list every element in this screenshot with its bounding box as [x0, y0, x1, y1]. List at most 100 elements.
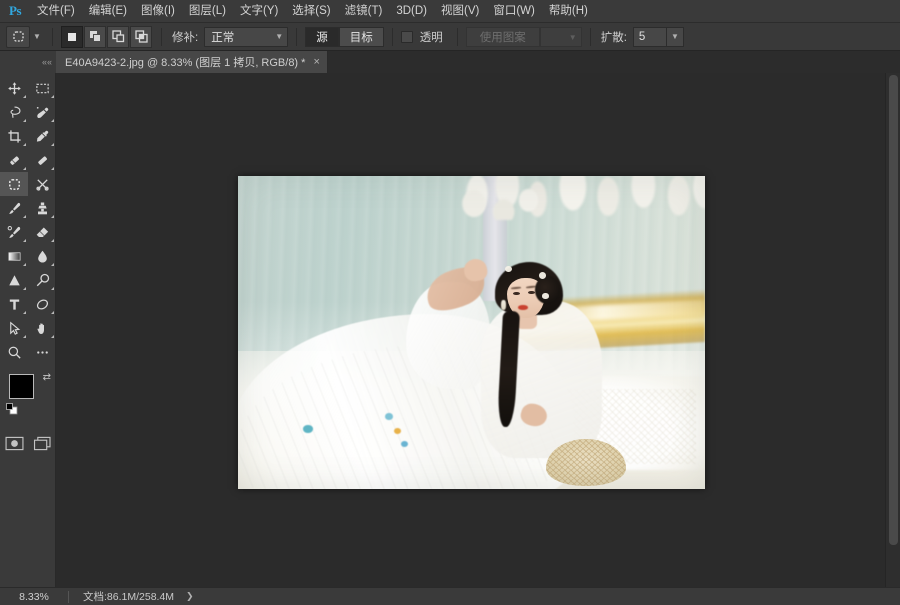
spot-healing-brush-tool[interactable] — [0, 148, 28, 172]
subtract-from-selection-button[interactable] — [107, 26, 129, 48]
tool-submenu-triangle-icon — [23, 119, 26, 122]
swap-colors-icon[interactable]: ⇄ — [43, 372, 51, 383]
menu-file[interactable]: 文件(F) — [30, 0, 82, 23]
tool-row — [0, 268, 56, 292]
tool-submenu-triangle-icon — [51, 263, 54, 266]
clone-stamp-tool[interactable] — [28, 196, 56, 220]
options-divider — [52, 28, 53, 46]
tool-submenu-triangle-icon — [51, 335, 54, 338]
tool-submenu-triangle-icon — [23, 263, 26, 266]
history-brush-tool[interactable] — [0, 220, 28, 244]
zoom-level[interactable]: 8.33% — [0, 591, 68, 603]
tool-row — [0, 292, 56, 316]
selection-mode-group — [61, 26, 153, 48]
menu-select[interactable]: 选择(S) — [285, 0, 337, 23]
patch-tool[interactable] — [0, 172, 28, 196]
foreground-color-swatch[interactable] — [9, 374, 34, 399]
photo-hair-ornament — [505, 266, 512, 272]
tool-row — [0, 196, 56, 220]
photo-lips — [518, 305, 528, 310]
diffusion-label: 扩散: — [601, 29, 627, 45]
diffusion-chevron-down-icon[interactable]: ▼ — [667, 27, 684, 47]
tool-submenu-triangle-icon — [51, 239, 54, 242]
tool-submenu-triangle-icon — [51, 311, 54, 314]
chevron-down-icon: ▼ — [275, 32, 283, 41]
healing-brush-tool[interactable] — [28, 148, 56, 172]
document-tab-title: E40A9423-2.jpg @ 8.33% (图层 1 拷贝, RGB/8) … — [65, 54, 305, 70]
quick-mask-toggle[interactable] — [0, 430, 28, 456]
transparent-checkbox[interactable] — [401, 31, 413, 43]
edit-toolbar-button[interactable] — [28, 340, 56, 364]
marquee-tool[interactable] — [28, 76, 56, 100]
patch-tool-icon[interactable] — [6, 26, 30, 48]
tool-row — [0, 244, 56, 268]
crop-tool[interactable] — [0, 124, 28, 148]
menu-edit[interactable]: 编辑(E) — [82, 0, 134, 23]
add-to-selection-button[interactable] — [84, 26, 106, 48]
photo-hair-ornament — [542, 293, 548, 299]
quick-selection-tool[interactable] — [28, 100, 56, 124]
tools-panel: ⇄ — [0, 73, 56, 587]
default-colors-icon[interactable] — [6, 402, 18, 420]
path-selection-tool[interactable] — [0, 316, 28, 340]
photoshop-logo: Ps — [0, 0, 30, 23]
menu-layer[interactable]: 图层(L) — [182, 0, 233, 23]
menu-filter[interactable]: 滤镜(T) — [338, 0, 390, 23]
vertical-scrollbar[interactable] — [885, 73, 900, 587]
dodge-tool[interactable] — [0, 268, 28, 292]
menu-window[interactable]: 窗口(W) — [486, 0, 542, 23]
red-eye-tool[interactable] — [28, 172, 56, 196]
type-tool[interactable] — [0, 292, 28, 316]
patch-mode-value: 正常 — [211, 29, 234, 45]
photo-eye — [513, 292, 520, 295]
tool-row — [0, 316, 56, 340]
screen-mode-toggle[interactable] — [28, 430, 56, 456]
brush-tool[interactable] — [0, 196, 28, 220]
diffusion-value[interactable]: 5 — [633, 27, 667, 47]
options-divider-2 — [161, 28, 162, 46]
transparent-checkbox-wrap[interactable]: 透明 — [401, 29, 449, 45]
intersect-selection-button[interactable] — [130, 26, 152, 48]
document-tab[interactable]: E40A9423-2.jpg @ 8.33% (图层 1 拷贝, RGB/8) … — [56, 51, 328, 73]
menu-help[interactable]: 帮助(H) — [542, 0, 595, 23]
document-canvas[interactable] — [238, 176, 705, 489]
patch-destination-button[interactable]: 目标 — [339, 27, 384, 47]
new-selection-button[interactable] — [61, 26, 83, 48]
tool-preset-chevron-down-icon[interactable]: ▼ — [30, 26, 44, 48]
pen-tool[interactable] — [28, 268, 56, 292]
gradient-tool[interactable] — [0, 244, 28, 268]
vertical-scrollbar-thumb[interactable] — [889, 75, 898, 545]
options-bar: ▼ — [0, 23, 900, 51]
options-divider-6 — [590, 28, 591, 46]
close-icon[interactable]: × — [313, 56, 319, 68]
toolbar-collapse-strip[interactable]: «« — [0, 51, 56, 73]
menu-bar: Ps 文件(F) 编辑(E) 图像(I) 图层(L) 文字(Y) 选择(S) 滤… — [0, 0, 900, 23]
lasso-tool[interactable] — [0, 100, 28, 124]
patch-source-button[interactable]: 源 — [305, 27, 339, 47]
hand-tool[interactable] — [28, 316, 56, 340]
tool-submenu-triangle-icon — [51, 119, 54, 122]
menu-type[interactable]: 文字(Y) — [233, 0, 285, 23]
menu-view[interactable]: 视图(V) — [434, 0, 486, 23]
shape-tool[interactable] — [28, 292, 56, 316]
tool-row — [0, 340, 56, 364]
eraser-tool[interactable] — [28, 220, 56, 244]
tool-row — [0, 100, 56, 124]
tool-submenu-triangle-icon — [51, 287, 54, 290]
tool-submenu-triangle-icon — [23, 287, 26, 290]
photo-eye — [528, 291, 535, 294]
blur-tool[interactable] — [28, 244, 56, 268]
photo-embroidery — [385, 413, 392, 420]
zoom-tool[interactable] — [0, 340, 28, 364]
move-tool[interactable] — [0, 76, 28, 100]
pattern-picker-select: ▼ — [540, 27, 582, 47]
tool-submenu-triangle-icon — [23, 311, 26, 314]
canvas-workspace[interactable] — [56, 73, 885, 587]
tool-submenu-triangle-icon — [51, 143, 54, 146]
status-expand-arrow-icon[interactable]: ❯ — [186, 591, 194, 602]
tool-submenu-triangle-icon — [23, 215, 26, 218]
patch-mode-select[interactable]: 正常 ▼ — [204, 27, 288, 47]
eyedropper-tool[interactable] — [28, 124, 56, 148]
menu-3d[interactable]: 3D(D) — [389, 0, 434, 23]
menu-image[interactable]: 图像(I) — [134, 0, 182, 23]
